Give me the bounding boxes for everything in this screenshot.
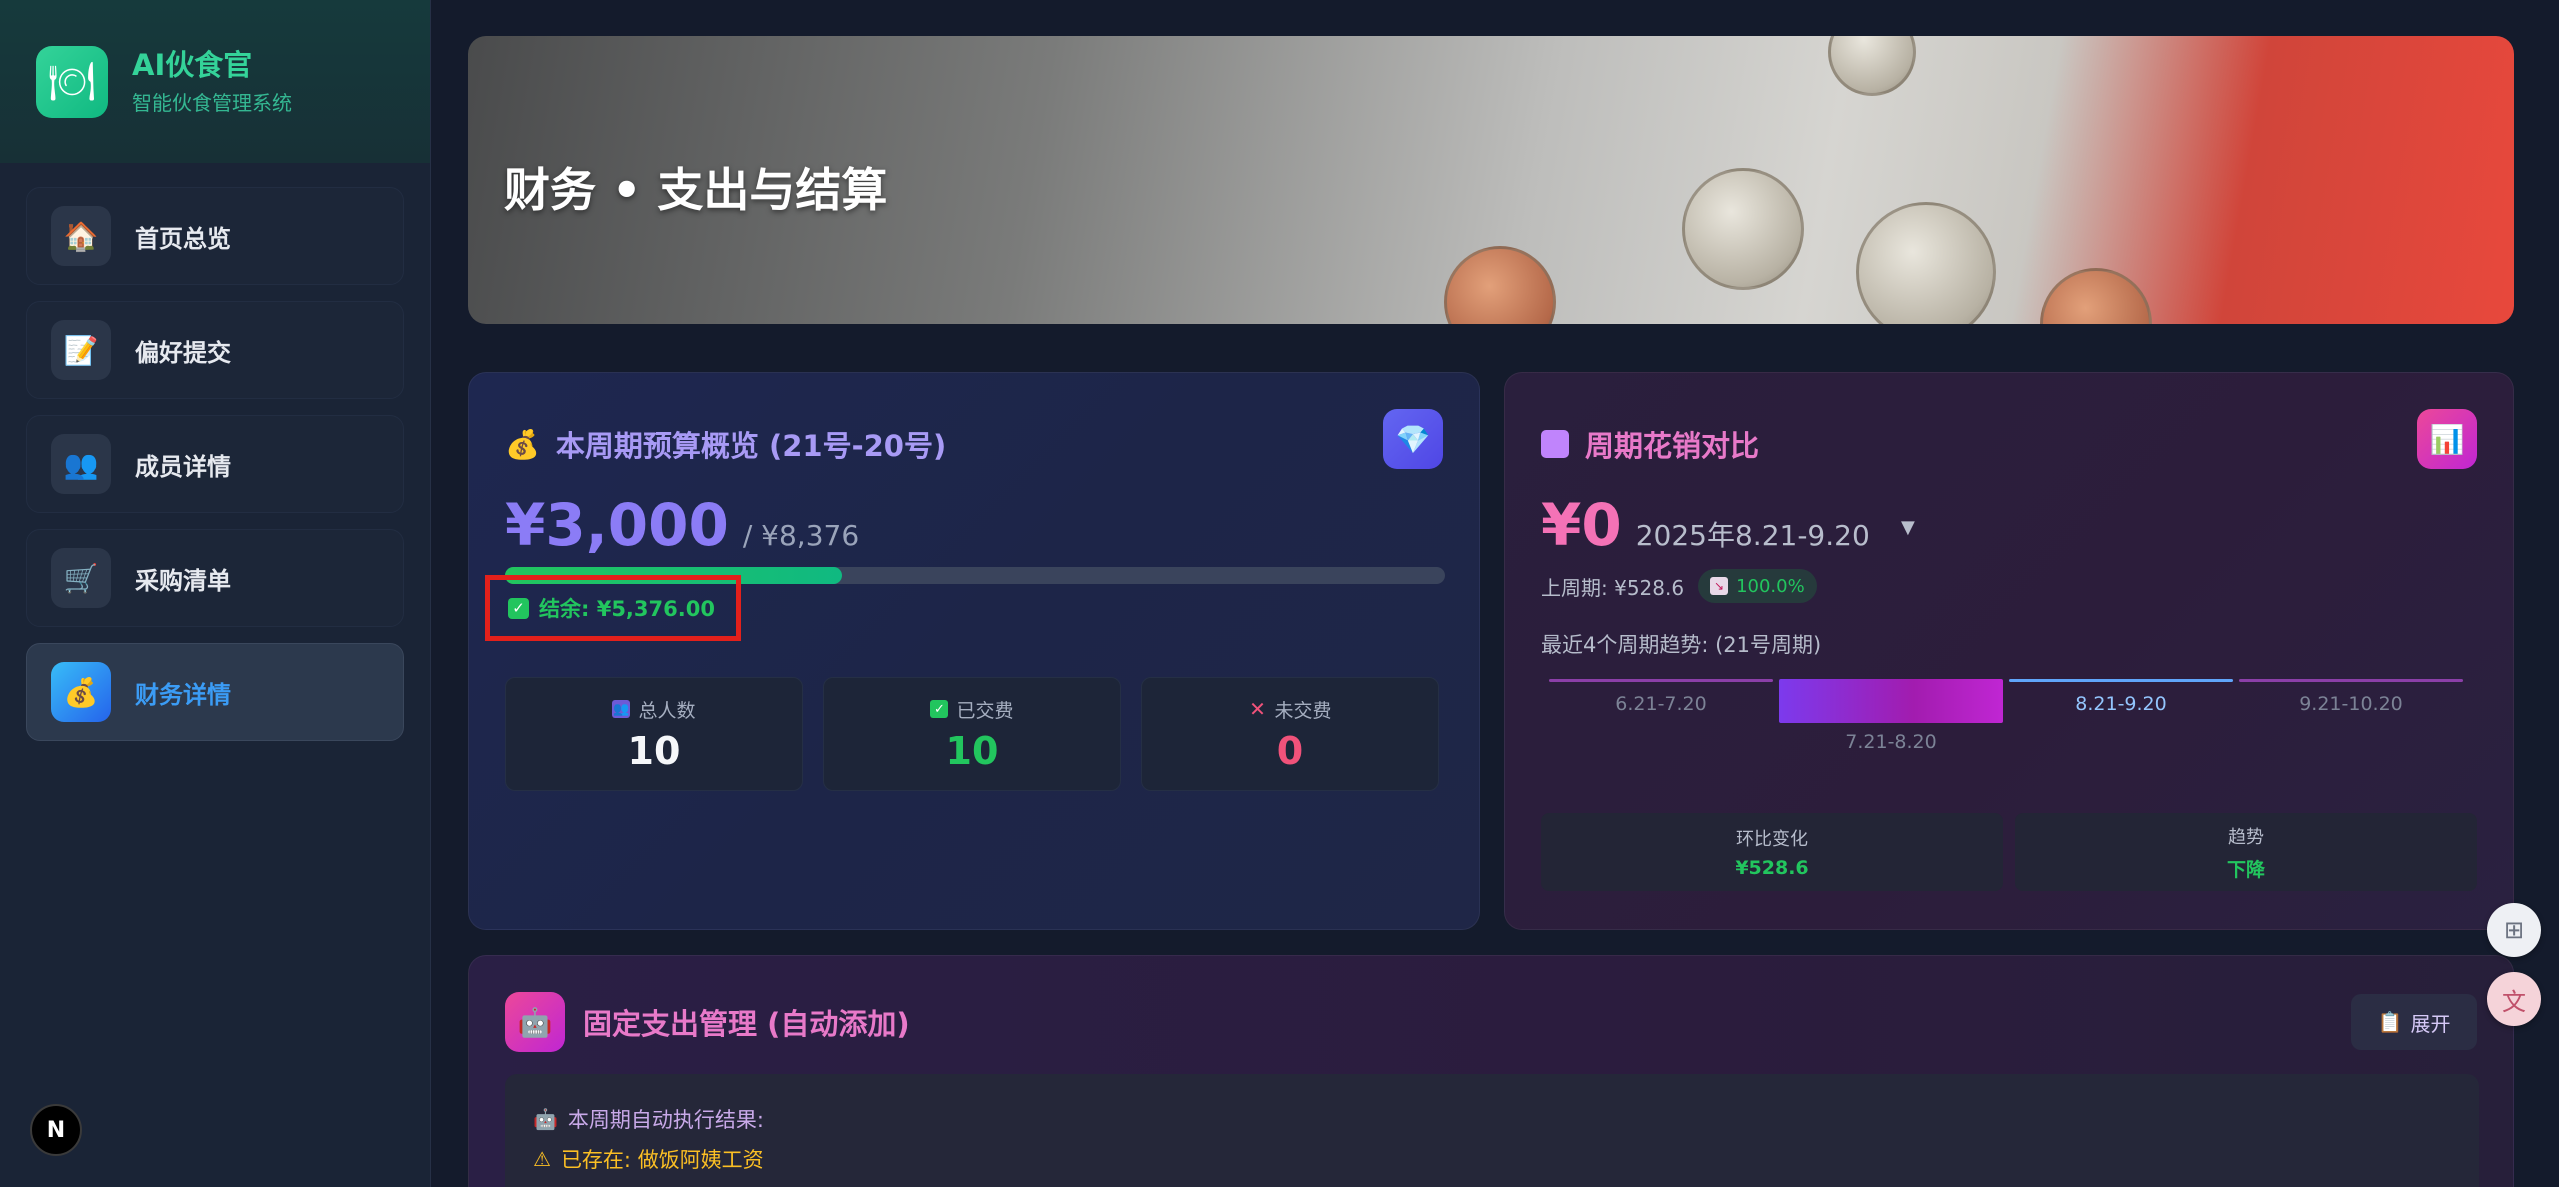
robot-icon: 🤖 bbox=[533, 1107, 558, 1131]
main-content: 财务 • 支出与结算 💰 本周期预算概览 (21号-20号) 💎 ¥3,000 … bbox=[432, 0, 2559, 1187]
fixed-expense-card: 🤖 固定支出管理 (自动添加) 📋 展开 🤖 本周期自动执行结果: ⚠ 已存在:… bbox=[468, 955, 2514, 1187]
summary-label: 趋势 bbox=[2228, 826, 2264, 848]
trend-title: 最近4个周期趋势: (21号周期) bbox=[1541, 633, 1822, 657]
stat-value: 10 bbox=[945, 728, 999, 773]
stat-paid: ✓ 已交费 10 bbox=[823, 677, 1121, 791]
house-icon: 🏠 bbox=[51, 206, 111, 266]
next-dev-indicator-icon[interactable]: N bbox=[30, 1104, 82, 1156]
trend-label: 9.21-10.20 bbox=[2299, 693, 2403, 715]
sidebar-item-members[interactable]: 👥 成员详情 bbox=[26, 415, 404, 513]
sidebar-item-label: 成员详情 bbox=[135, 452, 231, 481]
moneybag-icon: 💰 bbox=[505, 427, 540, 461]
add-widget-icon[interactable]: ⊞ bbox=[2487, 903, 2541, 957]
plate-icon: 🍽 bbox=[36, 45, 108, 118]
trend-chart: 6.21-7.20 7.21-8.20 8.21-9.20 9.21-10.20 bbox=[1541, 679, 2477, 771]
change-percent: 100.0% bbox=[1736, 575, 1805, 597]
compare-card-title: 周期花销对比 bbox=[1585, 429, 1760, 463]
stat-label: 未交费 bbox=[1274, 699, 1332, 722]
compare-summary: 环比变化 ¥528.6 趋势 下降 bbox=[1541, 813, 2489, 891]
trend-period-current[interactable]: 8.21-9.20 bbox=[2009, 679, 2233, 771]
summary-change: 环比变化 ¥528.6 bbox=[1541, 813, 2003, 891]
cross-icon: ✕ bbox=[1249, 697, 1266, 721]
last-period-text: 上周期: ¥528.6 bbox=[1541, 575, 1685, 600]
summary-value: ¥528.6 bbox=[1735, 857, 1809, 879]
period-label: 2025年8.21-9.20 bbox=[1635, 519, 1870, 552]
check-icon: ✓ bbox=[508, 597, 529, 619]
summary-value: 下降 bbox=[2226, 858, 2265, 881]
bar-chart-icon[interactable]: 📊 bbox=[2417, 409, 2477, 469]
people-icon: 👥 bbox=[51, 434, 111, 494]
gem-icon[interactable]: 💎 bbox=[1383, 409, 1443, 469]
budget-overview-card: 💰 本周期预算概览 (21号-20号) 💎 ¥3,000 / ¥8,376 ✓ … bbox=[468, 372, 1480, 930]
trend-period[interactable]: 9.21-10.20 bbox=[2239, 679, 2463, 771]
page-title: 财务 • 支出与结算 bbox=[504, 163, 888, 217]
trend-down-icon: ↘ bbox=[1710, 577, 1729, 595]
payment-stats: 👥 总人数 10 ✓ 已交费 10 ✕ 未交费 0 bbox=[505, 677, 1459, 791]
period-compare-card: 周期花销对比 📊 ¥0 2025年8.21-9.20 ▼ 上周期: ¥528.6… bbox=[1504, 372, 2514, 930]
stat-label: 已交费 bbox=[956, 699, 1014, 722]
trend-period[interactable]: 6.21-7.20 bbox=[1549, 679, 1773, 771]
trend-bar bbox=[1779, 679, 2003, 723]
sidebar-item-label: 首页总览 bbox=[135, 224, 231, 253]
fixed-card-title: 固定支出管理 (自动添加) bbox=[583, 1007, 910, 1041]
coin-image bbox=[1682, 168, 1804, 290]
brand-subtitle: 智能伙食管理系统 bbox=[132, 90, 292, 115]
sidebar-item-label: 财务详情 bbox=[135, 680, 231, 709]
trend-label: 8.21-9.20 bbox=[2075, 693, 2167, 715]
sidebar-item-preferences[interactable]: 📝 偏好提交 bbox=[26, 301, 404, 399]
brand-header: 🍽 AI伙食官 智能伙食管理系统 bbox=[0, 0, 430, 163]
expand-label: 展开 bbox=[2410, 1011, 2451, 1036]
stat-value: 10 bbox=[627, 728, 681, 773]
change-badge: ↘ 100.0% bbox=[1698, 569, 1817, 603]
period-dropdown-arrow[interactable]: ▼ bbox=[1901, 517, 1915, 538]
warning-icon: ⚠ bbox=[533, 1147, 551, 1171]
expand-button[interactable]: 📋 展开 bbox=[2351, 994, 2477, 1050]
moneybag-icon: 💰 bbox=[51, 662, 111, 722]
summary-label: 环比变化 bbox=[1736, 829, 1808, 850]
translate-icon[interactable]: 文 bbox=[2487, 972, 2541, 1026]
square-icon bbox=[1541, 430, 1569, 458]
balance-text: 结余: ¥5,376.00 bbox=[539, 597, 715, 621]
budget-total-amount: / ¥8,376 bbox=[742, 519, 860, 552]
auto-result-box: 🤖 本周期自动执行结果: ⚠ 已存在: 做饭阿姨工资 bbox=[505, 1074, 2479, 1187]
sidebar-item-purchase[interactable]: 🛒 采购清单 bbox=[26, 529, 404, 627]
balance-highlight: ✓ 结余: ¥5,376.00 bbox=[485, 575, 741, 641]
stat-unpaid: ✕ 未交费 0 bbox=[1141, 677, 1439, 791]
people-icon: 👥 bbox=[612, 700, 631, 718]
check-icon: ✓ bbox=[930, 700, 949, 718]
hero-banner: 财务 • 支出与结算 bbox=[468, 36, 2514, 324]
trend-period[interactable]: 7.21-8.20 bbox=[1779, 679, 2003, 771]
sidebar-item-label: 偏好提交 bbox=[135, 338, 231, 367]
sidebar-item-label: 采购清单 bbox=[135, 566, 231, 595]
coin-image bbox=[1828, 36, 1916, 96]
sidebar-item-home[interactable]: 🏠 首页总览 bbox=[26, 187, 404, 285]
stat-total-people: 👥 总人数 10 bbox=[505, 677, 803, 791]
summary-trend: 趋势 下降 bbox=[2015, 813, 2477, 891]
budget-card-title: 本周期预算概览 (21号-20号) bbox=[555, 429, 947, 463]
trend-label: 7.21-8.20 bbox=[1845, 731, 1937, 753]
brand-title: AI伙食官 bbox=[132, 48, 253, 83]
sidebar-nav: 🏠 首页总览 📝 偏好提交 👥 成员详情 🛒 采购清单 💰 财务详情 bbox=[0, 163, 430, 741]
coin-image bbox=[1856, 202, 1996, 324]
coin-image bbox=[2040, 268, 2152, 324]
robot-icon: 🤖 bbox=[505, 992, 565, 1052]
clipboard-icon: 📋 bbox=[2377, 1010, 2403, 1034]
sidebar-item-finance[interactable]: 💰 财务详情 bbox=[26, 643, 404, 741]
coin-image bbox=[1444, 246, 1556, 324]
result-title: 本周期自动执行结果: bbox=[567, 1108, 764, 1132]
period-spend-amount: ¥0 bbox=[1541, 491, 1622, 559]
sidebar: 🍽 AI伙食官 智能伙食管理系统 🏠 首页总览 📝 偏好提交 👥 成员详情 🛒 … bbox=[0, 0, 431, 1187]
cart-icon: 🛒 bbox=[51, 548, 111, 608]
trend-label: 6.21-7.20 bbox=[1615, 693, 1707, 715]
stat-value: 0 bbox=[1276, 728, 1304, 773]
budget-spent-amount: ¥3,000 bbox=[505, 491, 729, 559]
result-item: 已存在: 做饭阿姨工资 bbox=[560, 1148, 764, 1172]
stat-label: 总人数 bbox=[638, 699, 696, 722]
document-icon: 📝 bbox=[51, 320, 111, 380]
